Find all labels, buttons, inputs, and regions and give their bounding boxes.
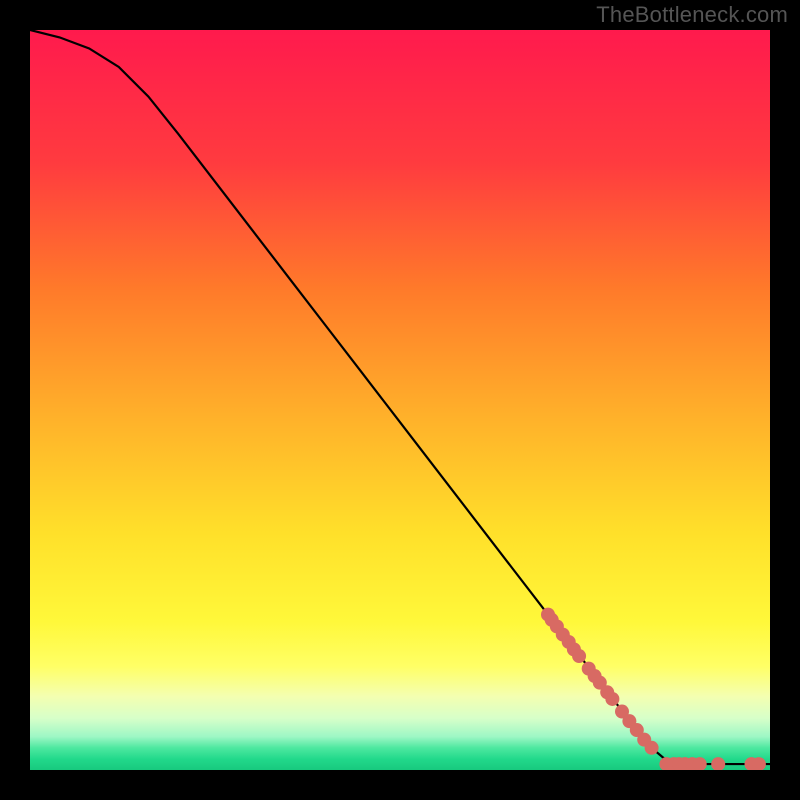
chart-frame: TheBottleneck.com bbox=[0, 0, 800, 800]
data-marker bbox=[645, 741, 659, 755]
plot-area bbox=[30, 30, 770, 770]
data-marker bbox=[711, 757, 725, 770]
data-markers bbox=[541, 608, 766, 770]
watermark-text: TheBottleneck.com bbox=[596, 2, 788, 28]
data-marker bbox=[605, 692, 619, 706]
data-marker bbox=[572, 649, 586, 663]
curve-line bbox=[30, 30, 770, 764]
chart-svg bbox=[30, 30, 770, 770]
